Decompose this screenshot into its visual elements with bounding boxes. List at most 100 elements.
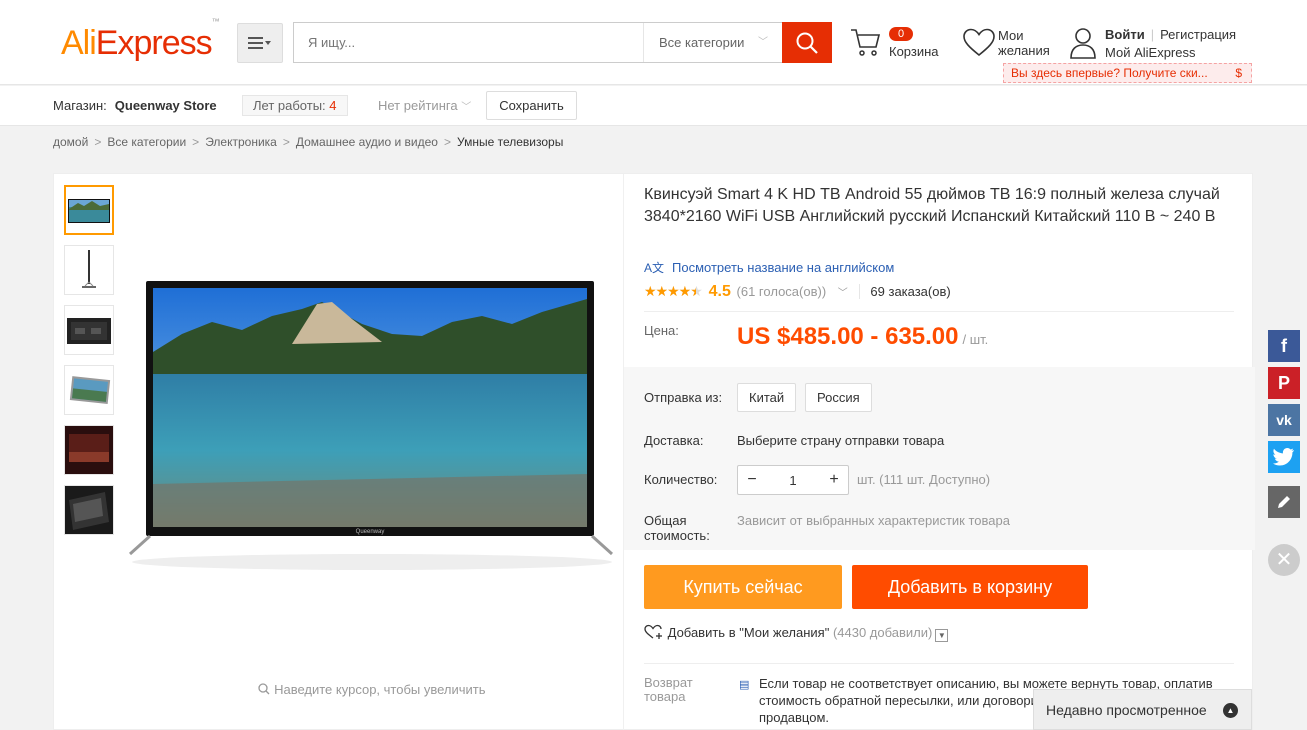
search-icon xyxy=(796,32,818,54)
login-link[interactable]: Войти xyxy=(1105,27,1145,42)
buy-now-button[interactable]: Купить сейчас xyxy=(644,565,842,609)
product-main-image[interactable]: Queenway xyxy=(122,184,622,678)
divider xyxy=(644,663,1234,664)
ship-from-russia-option[interactable]: Россия xyxy=(805,383,872,412)
total-label: Общая стоимость: xyxy=(644,513,710,543)
wishlist-label-line1: Мои xyxy=(998,28,1024,43)
close-icon: ✕ xyxy=(1275,549,1293,571)
price-label: Цена: xyxy=(644,323,679,338)
store-name-link[interactable]: Queenway Store xyxy=(115,98,217,113)
heart-icon xyxy=(963,28,995,57)
total-value: Зависит от выбранных характеристик товар… xyxy=(737,513,1010,528)
zoom-hint: Наведите курсор, чтобы увеличить xyxy=(122,682,622,697)
quantity-label: Количество: xyxy=(644,472,718,487)
smart-tv-image: Queenway xyxy=(128,281,614,570)
my-aliexpress-link[interactable]: Мой AliExpress xyxy=(1105,45,1196,60)
breadcrumb-home-audio-video[interactable]: Домашнее аудио и видео xyxy=(296,135,438,149)
cart-icon xyxy=(851,29,881,56)
site-header: AliExpress™ Все категории﹀ 0 Корзина Мои… xyxy=(0,0,1307,85)
wishlist-label-line2: желания xyxy=(998,43,1050,58)
breadcrumb-home[interactable]: домой xyxy=(53,135,88,149)
star-rating: ★★★★★★★★★★ xyxy=(644,283,703,299)
search-input[interactable] xyxy=(294,23,642,62)
account-area: Войти | Регистрация Мой AliExpress xyxy=(1069,27,1236,62)
quantity-input[interactable] xyxy=(766,466,820,494)
chevron-up-icon: ▲ xyxy=(1223,703,1238,718)
chevron-down-icon: ﹀ xyxy=(461,102,472,113)
search-button[interactable] xyxy=(782,22,832,63)
chevron-down-icon: ﹀ xyxy=(758,37,768,48)
translate-icon: A文 xyxy=(644,261,665,275)
thumbnail-2[interactable] xyxy=(64,245,114,295)
twitter-icon xyxy=(1273,448,1294,466)
delivery-label: Доставка: xyxy=(644,433,704,448)
breadcrumb-smart-tv: Умные телевизоры xyxy=(457,135,564,149)
product-price: US $485.00 - 635.00/ шт. xyxy=(737,323,989,350)
store-label: Магазин: xyxy=(53,98,107,113)
first-visit-promo[interactable]: Вы здесь впервые? Получите ски... $ xyxy=(1003,63,1252,83)
delivery-value: Выберите страну отправки товара xyxy=(737,433,945,448)
vk-icon: vk xyxy=(1276,412,1292,428)
quantity-available: шт. (111 шт. Доступно) xyxy=(857,472,991,487)
categories-menu-button[interactable] xyxy=(237,23,283,63)
cart-link[interactable]: 0 Корзина xyxy=(850,27,939,60)
breadcrumb: домой > Все категории > Электроника > Домашнее… xyxy=(53,135,564,149)
orders-count: 69 заказа(ов) xyxy=(859,284,951,299)
store-rating[interactable]: Нет рейтинга ﹀ xyxy=(378,98,471,113)
thumbnail-1[interactable] xyxy=(64,185,114,235)
pencil-icon xyxy=(1278,496,1290,508)
product-title: Квинсуэй Smart 4 K HD ТВ Android 55 дюйм… xyxy=(644,186,1220,225)
register-link[interactable]: Регистрация xyxy=(1160,27,1236,42)
facebook-icon: f xyxy=(1281,335,1287,356)
chevron-down-icon[interactable]: ▼ xyxy=(935,629,949,642)
quantity-stepper: − + xyxy=(737,465,849,495)
feedback-button[interactable] xyxy=(1268,486,1300,518)
thumbnail-5[interactable] xyxy=(64,425,114,475)
return-icon: ▤ xyxy=(739,679,750,691)
quantity-increase-button[interactable]: + xyxy=(820,466,848,494)
thumbnail-6[interactable] xyxy=(64,485,114,535)
chevron-down-icon[interactable]: ﹀ xyxy=(838,288,848,299)
user-icon xyxy=(1070,28,1096,59)
rating-line: ★★★★★★★★★★ 4.5 (61 голоса(ов)) ﹀ 69 зака… xyxy=(644,283,951,301)
ship-from-china-option[interactable]: Китай xyxy=(737,383,797,412)
save-store-button[interactable]: Сохранить xyxy=(486,91,577,120)
translate-title-link[interactable]: A文 Посмотреть название на английском xyxy=(644,259,894,276)
divider: | xyxy=(1150,27,1155,42)
pinterest-icon: P xyxy=(1277,372,1290,393)
twitter-share-button[interactable] xyxy=(1268,441,1300,473)
ship-from-label: Отправка из: xyxy=(644,390,723,405)
product-info: Квинсуэй Smart 4 K HD ТВ Android 55 дюйм… xyxy=(623,174,1255,730)
dollar-icon: $ xyxy=(1235,66,1242,80)
recently-viewed-bar[interactable]: Недавно просмотренное ▲ xyxy=(1033,689,1252,730)
search-bar: Все категории﹀ xyxy=(293,22,832,63)
thumbnail-3[interactable] xyxy=(64,305,114,355)
aliexpress-logo[interactable]: AliExpress™ xyxy=(61,17,220,63)
close-share-button[interactable]: ✕ xyxy=(1268,544,1300,576)
divider xyxy=(644,311,1234,312)
cart-count-badge: 0 xyxy=(889,27,913,41)
product-panel: Queenway Наведите курсор, чтобы увеличит… xyxy=(53,173,1255,730)
tv-brand-label: Queenway xyxy=(356,529,385,535)
hamburger-icon xyxy=(248,37,271,49)
quantity-decrease-button[interactable]: − xyxy=(738,466,766,494)
facebook-share-button[interactable]: f xyxy=(1268,330,1300,362)
breadcrumb-electronics[interactable]: Электроника xyxy=(205,135,277,149)
category-select[interactable]: Все категории ﹀ xyxy=(643,23,782,62)
return-label: Возврат товара xyxy=(644,675,693,704)
thumbnail-4[interactable] xyxy=(64,365,114,415)
pinterest-share-button[interactable]: P xyxy=(1268,367,1300,399)
add-to-cart-button[interactable]: Добавить в корзину xyxy=(852,565,1088,609)
store-bar: Магазин: Queenway Store Лет работы: 4 Нет… xyxy=(0,86,1307,126)
promo-text: Вы здесь впервые? Получите ски... xyxy=(1011,66,1208,80)
wishlist-link[interactable]: Мои желания xyxy=(963,28,1050,61)
magnifier-icon xyxy=(258,683,270,695)
rating-score: 4.5 xyxy=(708,283,731,300)
heart-plus-icon xyxy=(644,624,662,639)
cart-label: Корзина xyxy=(889,44,939,59)
add-to-wishlist-link[interactable]: Добавить в "Мои желания" (4430 добавили)… xyxy=(644,624,949,642)
votes-count[interactable]: (61 голоса(ов)) xyxy=(737,284,827,299)
thumbnail-list xyxy=(64,185,114,545)
breadcrumb-all-categories[interactable]: Все категории xyxy=(107,135,186,149)
vk-share-button[interactable]: vk xyxy=(1268,404,1300,436)
